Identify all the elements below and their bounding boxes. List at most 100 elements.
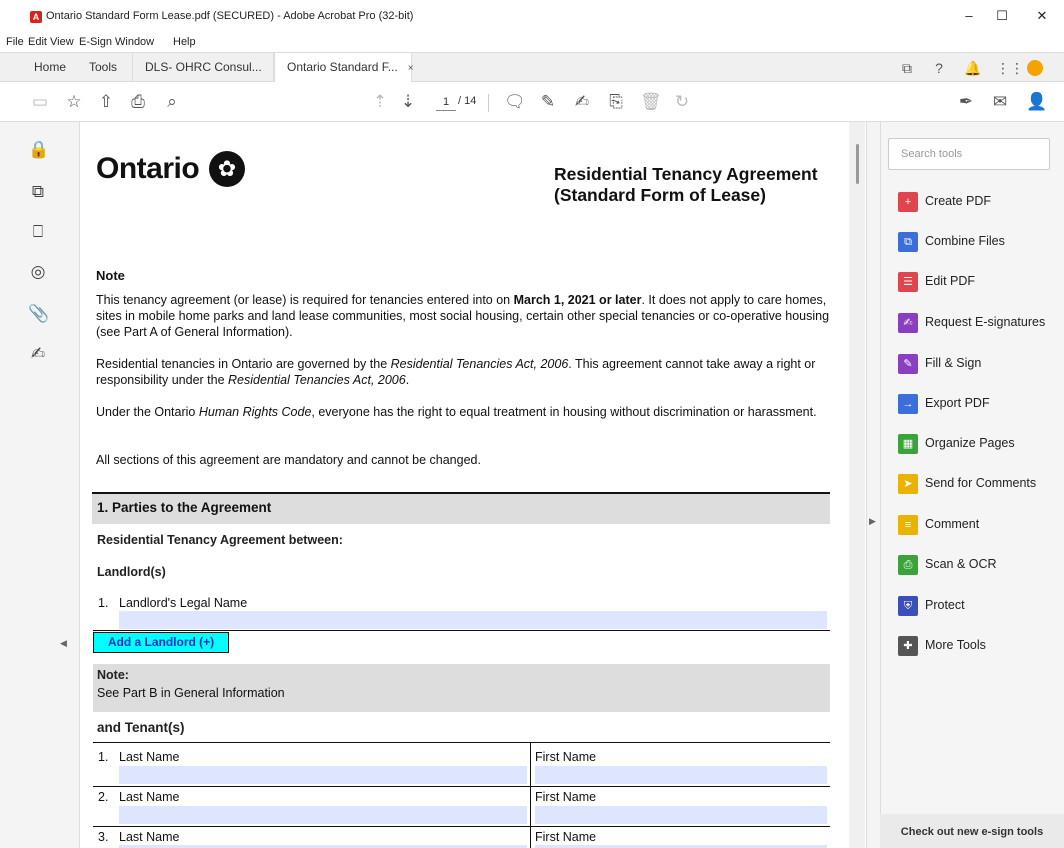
notifications-bell-icon[interactable]: 🔔 (964, 59, 982, 77)
note-heading: Note (96, 268, 125, 283)
save-icon[interactable]: ▭ (30, 92, 50, 112)
tool-label: Send for Comments (925, 476, 1037, 490)
tab-home[interactable]: Home (34, 53, 66, 82)
sign-icon[interactable]: ✍ (572, 92, 592, 112)
tool-edit-pdf[interactable]: ☰ Edit PDF (898, 269, 1058, 293)
page-thumbnails-icon[interactable]: ⧉ (28, 182, 48, 202)
lock-icon[interactable]: 🔒 (28, 140, 49, 160)
paragraph-governing-law: Residential tenancies in Ontario are gov… (96, 356, 831, 388)
combine-files-icon: ⧉ (898, 231, 918, 252)
comment-icon[interactable]: 🗨 (504, 92, 526, 112)
export-pdf-icon: → (898, 393, 918, 414)
tenant-number: 3. (98, 830, 109, 844)
tool-send-for-comments[interactable]: ➤ Send for Comments (898, 471, 1058, 495)
tool-label: Export PDF (925, 396, 990, 410)
vertical-scrollbar[interactable] (849, 122, 865, 848)
highlight-pen-icon[interactable]: ✎ (538, 92, 558, 112)
print-icon[interactable]: ⎙ (128, 92, 148, 112)
text: . (405, 373, 410, 387)
tenant-last-name-field[interactable] (119, 806, 527, 824)
menu-window[interactable]: Window (115, 36, 154, 48)
share-screen-icon[interactable]: ⧉ (898, 59, 916, 77)
close-window-button[interactable]: ✕ (1027, 8, 1057, 24)
upload-cloud-icon[interactable]: ⇧ (96, 92, 116, 112)
esign-promo-banner[interactable]: Check out new e-sign tools (880, 814, 1064, 848)
tool-protect[interactable]: ⛨ Protect (898, 593, 1058, 617)
organize-pages-icon: ▦ (898, 433, 918, 454)
text-italic: Human Rights Code (198, 405, 312, 419)
page-number-input[interactable]: 1 (436, 93, 456, 111)
tool-more-tools[interactable]: ✚ More Tools (898, 633, 1058, 657)
stamp-icon[interactable]: ⎘ (606, 92, 626, 112)
next-page-icon[interactable]: ⇣ (398, 92, 418, 112)
bookmark-star-icon[interactable]: ☆ (64, 92, 84, 112)
protect-shield-icon: ⛨ (898, 595, 918, 616)
landlord-name-field[interactable] (119, 611, 827, 629)
search-tools-input[interactable]: Search tools (888, 138, 1050, 170)
layers-icon[interactable]: ◎ (28, 262, 48, 282)
left-navigation-rail: 🔒 ⧉ ⎕ ◎ 📎 ✍ ◀ (0, 122, 80, 848)
scan-ocr-icon: ⎙ (898, 554, 918, 575)
document-viewport[interactable] (80, 122, 866, 848)
previous-page-icon[interactable]: ⇡ (370, 92, 390, 112)
tenant-last-name-field[interactable] (119, 766, 527, 784)
user-avatar[interactable] (1027, 60, 1043, 76)
scrollbar-thumb[interactable] (856, 144, 859, 184)
divider (93, 786, 830, 787)
bookmarks-icon[interactable]: ⎕ (28, 222, 48, 242)
tool-fill-sign[interactable]: ✎ Fill & Sign (898, 351, 1058, 375)
maximize-button[interactable]: ☐ (987, 8, 1017, 24)
tool-label: Edit PDF (925, 274, 976, 288)
tool-export-pdf[interactable]: → Export PDF (898, 391, 1058, 415)
tab-label: Ontario Standard F... (287, 60, 398, 74)
zoom-search-icon[interactable]: ⌕ (162, 92, 182, 112)
window-title: Ontario Standard Form Lease.pdf (SECURED… (46, 10, 414, 22)
tool-combine-files[interactable]: ⧉ Combine Files (898, 229, 1058, 253)
tab-document-dls[interactable]: DLS- OHRC Consul... (132, 53, 274, 82)
comment-icon: ≡ (898, 514, 918, 535)
tool-scan-ocr[interactable]: ⎙ Scan & OCR (898, 552, 1058, 576)
fill-sign-icon[interactable]: ✒ (956, 92, 976, 112)
tool-comment[interactable]: ≡ Comment (898, 512, 1058, 536)
help-icon[interactable]: ? (930, 59, 948, 77)
tab-document-ontario[interactable]: Ontario Standard F... × (274, 53, 414, 83)
apps-grid-icon[interactable]: ⋮⋮ (996, 59, 1024, 77)
menu-edit[interactable]: Edit (28, 36, 47, 48)
tab-tools[interactable]: Tools (89, 53, 117, 82)
add-landlord-button[interactable]: Add a Landlord (+) (93, 632, 229, 653)
tool-create-pdf[interactable]: + Create PDF (898, 189, 1058, 213)
main-toolbar: ▭ ☆ ⇧ ⎙ ⌕ ⇡ ⇣ 1 / 14 🗨 ✎ ✍ ⎘ 🗑 ↻ ✒ ✉ 👤 (0, 82, 1064, 122)
tool-request-esignatures[interactable]: ✍ Request E-signatures (898, 310, 1058, 334)
divider (93, 630, 830, 631)
column-divider (530, 742, 531, 848)
acrobat-app-icon: A (30, 11, 42, 23)
text: Residential tenancies in Ontario are gov… (96, 357, 391, 371)
minimize-button[interactable]: – (954, 8, 984, 23)
tool-label: Organize Pages (925, 436, 1015, 450)
menu-help[interactable]: Help (173, 36, 196, 48)
tenant-last-name-label: Last Name (119, 750, 180, 764)
attachments-paperclip-icon[interactable]: 📎 (28, 304, 49, 324)
text: , everyone has the right to equal treatm… (311, 405, 817, 419)
tool-label: Create PDF (925, 194, 991, 208)
tenant-first-name-field[interactable] (535, 766, 827, 784)
tool-label: Scan & OCR (925, 557, 997, 571)
add-user-icon[interactable]: 👤 (1026, 92, 1047, 112)
landlord-number: 1. (98, 596, 109, 610)
tab-close-icon[interactable]: × (408, 63, 414, 74)
tab-bar: Home Tools DLS- OHRC Consul... Ontario S… (0, 52, 1064, 83)
expand-right-arrow-icon[interactable]: ▶ (869, 516, 876, 527)
delete-trash-icon[interactable]: 🗑 (640, 92, 662, 112)
collapse-left-arrow-icon[interactable]: ◀ (60, 638, 67, 649)
tenant-last-name-label: Last Name (119, 790, 180, 804)
menu-view[interactable]: View (50, 36, 74, 48)
rotate-icon[interactable]: ↻ (672, 92, 692, 112)
email-icon[interactable]: ✉ (990, 92, 1010, 112)
tool-organize-pages[interactable]: ▦ Organize Pages (898, 431, 1058, 455)
tenant-first-name-field[interactable] (535, 806, 827, 824)
title-line-2: (Standard Form of Lease) (554, 185, 766, 205)
menu-esign[interactable]: E-Sign (79, 36, 112, 48)
title-bar: A Ontario Standard Form Lease.pdf (SECUR… (0, 0, 1064, 36)
menu-file[interactable]: File (6, 36, 24, 48)
signatures-icon[interactable]: ✍ (28, 344, 48, 364)
